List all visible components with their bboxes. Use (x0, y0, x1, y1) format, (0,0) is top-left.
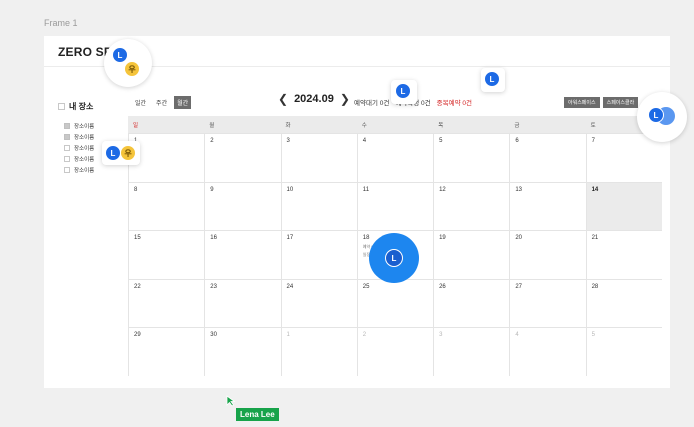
place-checkbox[interactable] (64, 122, 70, 129)
current-month: 2024.09 (294, 93, 334, 105)
frame-label: Frame 1 (44, 18, 78, 28)
duplicate-count: 중복예약 0건 (436, 100, 472, 107)
next-month-day-cell[interactable]: 3 (433, 328, 509, 376)
calendar-week: 22 23 24 25 26 27 28 (128, 278, 662, 327)
user-avatar: L (484, 71, 500, 87)
next-month-day-cell[interactable]: 2 (356, 328, 433, 376)
day-cell[interactable]: 6 (509, 134, 585, 182)
day-cell[interactable]: 21 (585, 231, 662, 279)
place-checkbox[interactable] (64, 144, 70, 151)
day-cell[interactable]: 23 (204, 279, 280, 327)
day-cell[interactable]: 19 (433, 231, 509, 279)
day-cell[interactable]: 27 (509, 279, 585, 327)
day-cell[interactable]: 24 (280, 279, 357, 327)
space-buttons: 아워스페이스 스페이스클라 (564, 97, 639, 108)
space-button[interactable]: 아워스페이스 (564, 97, 600, 108)
day-cell[interactable]: 2 (204, 134, 280, 182)
user-avatar: L (395, 83, 411, 99)
next-month-day-cell[interactable]: 4 (509, 328, 585, 376)
weekday-label: 수 (361, 123, 367, 129)
day-cell[interactable]: 15 (128, 231, 204, 279)
day-cell[interactable]: 20 (509, 231, 585, 279)
day-cell[interactable]: 3 (280, 134, 357, 182)
pending-count: 예약대기 0건 (354, 100, 390, 107)
day-cell[interactable]: 22 (128, 279, 204, 327)
place-checkbox[interactable] (64, 166, 70, 173)
day-cell[interactable]: 9 (204, 182, 280, 230)
calendar-week: 8 9 10 11 12 13 14 (128, 181, 662, 230)
today-cell[interactable]: 14 (585, 182, 662, 230)
day-cell[interactable]: 25 (356, 279, 433, 327)
place-label: 장소이름 (74, 134, 95, 141)
calendar-week: 29 30 1 2 3 4 5 (128, 327, 662, 376)
day-cell[interactable]: 30 (204, 328, 280, 376)
comment-badge[interactable]: L (637, 92, 687, 142)
user-avatar: L (648, 107, 664, 123)
place-checkbox[interactable] (64, 155, 70, 162)
comment-badge[interactable]: L (391, 80, 417, 104)
prev-month-icon[interactable]: ❮ (278, 93, 288, 105)
weekday-header: 일 월 화 수 목 금 토 (128, 116, 662, 133)
next-month-icon[interactable]: ❯ (340, 93, 350, 105)
day-cell[interactable]: 26 (433, 279, 509, 327)
tab-monthly[interactable]: 월간 (174, 96, 192, 109)
day-cell[interactable]: 12 (433, 182, 509, 230)
space-button[interactable]: 스페이스클라 (602, 97, 639, 108)
cursor-user-label: Lena Lee (236, 408, 279, 421)
day-cell[interactable]: 28 (585, 279, 662, 327)
place-label: 장소이름 (74, 156, 95, 163)
weekday-label: 일 (133, 123, 139, 129)
view-tabs: 일간 주간 월간 (132, 96, 192, 109)
user-avatar: L (112, 47, 128, 63)
day-cell[interactable]: 4 (356, 134, 433, 182)
comment-badge[interactable]: L 우 (104, 39, 152, 87)
next-month-day-cell[interactable]: 1 (280, 328, 357, 376)
day-cell[interactable]: 16 (204, 231, 280, 279)
place-label: 장소이름 (74, 145, 95, 152)
my-places-checkbox[interactable] (58, 103, 65, 110)
day-cell[interactable]: 10 (280, 182, 357, 230)
calendar-week: 1 2 3 4 5 6 7 (128, 133, 662, 182)
day-cell[interactable]: 17 (280, 231, 357, 279)
place-label: 장소이름 (74, 167, 95, 174)
cursor-arrow-icon (226, 394, 236, 412)
place-item[interactable]: 장소이름 (58, 164, 128, 175)
day-cell[interactable]: 11 (356, 182, 433, 230)
user-avatar: L (105, 145, 121, 161)
weekday-label: 화 (285, 123, 291, 129)
app-page: ZERO SPA 내 장소 장소이름 장소이름 장소이름 장소이름 장소이름 일… (44, 36, 670, 388)
next-month-day-cell[interactable]: 5 (585, 328, 662, 376)
place-item[interactable]: 장소이름 (58, 120, 128, 131)
place-checkbox[interactable] (64, 133, 70, 140)
weekday-label: 월 (209, 123, 215, 129)
my-places-title: 내 장소 (69, 102, 94, 111)
month-navigator: ❮ 2024.09 ❯ (278, 93, 350, 105)
weekday-label: 목 (438, 123, 444, 129)
day-cell[interactable]: 29 (128, 328, 204, 376)
tab-daily[interactable]: 일간 (132, 96, 149, 109)
comment-badge[interactable]: L (481, 68, 505, 92)
place-label: 장소이름 (74, 123, 95, 130)
user-avatar: L (385, 249, 403, 267)
day-cell[interactable]: 13 (509, 182, 585, 230)
user-avatar: 우 (120, 145, 136, 161)
weekday-label: 금 (514, 123, 520, 129)
day-cell[interactable]: 8 (128, 182, 204, 230)
my-places-header[interactable]: 내 장소 (58, 101, 128, 112)
user-avatar: 우 (124, 61, 140, 77)
comment-badge[interactable]: L 우 (102, 141, 140, 165)
active-comment-pin[interactable]: L (369, 233, 419, 283)
tab-weekly[interactable]: 주간 (153, 96, 170, 109)
day-cell[interactable]: 7 (585, 134, 662, 182)
day-cell[interactable]: 5 (433, 134, 509, 182)
